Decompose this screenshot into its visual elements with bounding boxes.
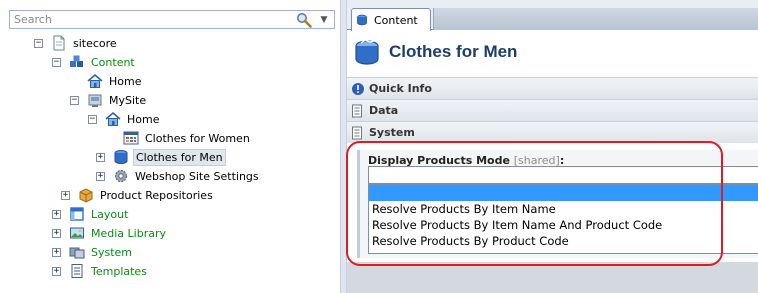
section-quick-info[interactable]: Quick Info	[347, 77, 758, 99]
collapse-icon[interactable]: −	[52, 57, 61, 67]
expand-icon[interactable]: +	[52, 209, 61, 219]
tree-item-label: Home	[127, 112, 160, 126]
expand-icon[interactable]: +	[52, 228, 61, 238]
tree-item-label: Home	[109, 74, 142, 88]
option-empty[interactable]	[369, 185, 758, 201]
tree-item-label: Clothes for Women	[145, 131, 250, 145]
display-products-mode-select[interactable]	[368, 166, 758, 184]
box-icon	[356, 14, 368, 26]
tree-item-label: Templates	[91, 264, 147, 278]
section-system[interactable]: System	[347, 121, 758, 143]
gear-icon	[113, 168, 129, 184]
tree-item-layout[interactable]: + Layout	[52, 205, 130, 223]
image-icon	[69, 225, 85, 241]
section-title: System	[369, 126, 415, 139]
option-by-item-name[interactable]: Resolve Products By Item Name	[369, 201, 758, 217]
expand-icon[interactable]: +	[96, 152, 105, 162]
tree-item-label: sitecore	[73, 36, 117, 50]
tab-label: Content	[374, 13, 418, 27]
tree-item-label: Content	[91, 55, 135, 69]
tree-item-home[interactable]: − Home	[88, 110, 161, 128]
tree-item-home[interactable]: Home	[70, 72, 143, 90]
option-by-product-code[interactable]: Resolve Products By Product Code	[369, 233, 758, 249]
document-icon	[51, 35, 67, 51]
tree-item-templates[interactable]: + Templates	[52, 262, 149, 280]
option-by-item-name-and-product-code[interactable]: Resolve Products By Item Name And Produc…	[369, 217, 758, 233]
tree-item-label: Media Library	[91, 226, 166, 240]
site-icon	[87, 92, 103, 108]
field-display-products-mode: Display Products Mode [shared]: Resolve …	[357, 150, 758, 258]
tree-item-label: MySite	[109, 93, 147, 107]
tree-item-webshop-site-settings[interactable]: + Webshop Site Settings	[96, 167, 261, 185]
box-icon	[113, 149, 129, 165]
layout-icon	[69, 206, 85, 222]
tree-item-product-repositories[interactable]: + Product Repositories	[61, 186, 215, 204]
content-cubes-icon	[69, 54, 85, 70]
collapse-icon[interactable]: −	[34, 38, 43, 48]
collapse-icon[interactable]: −	[70, 95, 79, 105]
expand-icon[interactable]: +	[52, 247, 61, 257]
tree-item-label: Webshop Site Settings	[135, 169, 259, 183]
tab-content[interactable]: Content	[351, 8, 431, 31]
search-input[interactable]	[10, 11, 290, 28]
content-tree-pane: ▼ − sitecore − Content Home	[0, 0, 340, 293]
page-title: Clothes for Men	[389, 42, 518, 61]
template-icon	[69, 263, 85, 279]
home-icon	[105, 111, 121, 127]
tree-item-clothes-for-women[interactable]: Clothes for Women	[106, 129, 252, 147]
bottom-area	[347, 262, 758, 293]
tree-item-sitecore[interactable]: − sitecore	[34, 34, 119, 52]
item-header: Clothes for Men	[347, 31, 758, 73]
section-data[interactable]: Data	[347, 99, 758, 121]
system-icon	[69, 244, 85, 260]
info-icon	[351, 82, 365, 96]
home-icon	[87, 73, 103, 89]
section-title: Quick Info	[369, 82, 432, 95]
expand-icon[interactable]: +	[61, 190, 70, 200]
content-editor: Content Clothes for Men Quick Info Data …	[347, 0, 758, 293]
tree-item-system[interactable]: + System	[52, 243, 134, 261]
section-icon	[351, 126, 365, 140]
search-icon[interactable]	[296, 12, 312, 28]
tree-item-label: System	[91, 245, 133, 259]
dropdown-list[interactable]: Resolve Products By Item Name Resolve Pr…	[368, 184, 758, 254]
collapse-icon[interactable]: −	[88, 114, 97, 124]
package-icon	[78, 187, 94, 203]
chevron-down-icon[interactable]: ▼	[318, 13, 330, 27]
expand-icon[interactable]: +	[52, 266, 61, 276]
box-icon	[353, 38, 381, 66]
tree-item-mysite[interactable]: − MySite	[70, 91, 148, 109]
search-box[interactable]: ▼	[9, 10, 335, 29]
tree-item-content[interactable]: − Content	[52, 53, 137, 71]
tab-strip-filler	[433, 8, 758, 30]
tree-item-media-library[interactable]: + Media Library	[52, 224, 168, 242]
section-icon	[351, 104, 365, 118]
tree-item-label: Layout	[91, 207, 129, 221]
selected-value	[369, 168, 372, 182]
grid-icon	[123, 130, 139, 146]
section-title: Data	[369, 104, 399, 117]
expand-icon[interactable]: +	[96, 171, 105, 181]
tree-item-clothes-for-men[interactable]: + Clothes for Men	[96, 148, 226, 166]
tab-strip: Content	[347, 0, 758, 31]
tree-item-label: Product Repositories	[100, 188, 213, 202]
tree-item-label: Clothes for Men	[133, 148, 226, 166]
pane-splitter[interactable]	[340, 0, 347, 293]
